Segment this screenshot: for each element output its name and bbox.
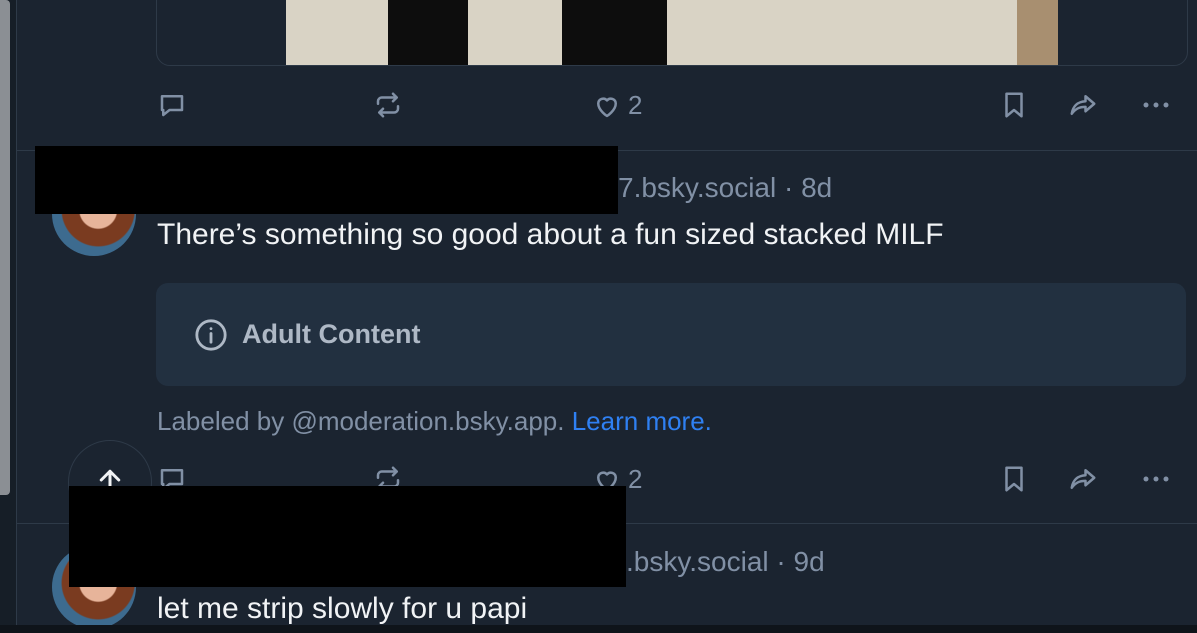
image-detail	[1017, 0, 1058, 65]
share-button[interactable]	[1068, 90, 1098, 120]
label-attribution: Labeled by @moderation.bsky.app. Learn m…	[157, 406, 712, 437]
repost-button[interactable]	[373, 90, 403, 120]
bottom-edge	[0, 625, 1197, 633]
repost-icon	[376, 92, 400, 118]
bookmark-icon	[1005, 466, 1023, 492]
content-warning-box[interactable]: Adult Content	[156, 283, 1186, 386]
post-text: There’s something so good about a fun si…	[157, 218, 944, 251]
info-icon	[195, 318, 227, 351]
post-handle-time[interactable]: 7.bsky.social · 8d	[618, 172, 832, 204]
like-count: 2	[628, 90, 643, 120]
like-count: 2	[628, 464, 643, 494]
more-icon	[1143, 102, 1169, 108]
post-media-card[interactable]	[156, 0, 1188, 66]
share-button[interactable]	[1068, 464, 1098, 494]
share-icon	[1070, 95, 1096, 115]
learn-more-link[interactable]: Learn more.	[572, 406, 712, 436]
image-detail	[562, 0, 667, 65]
post-handle-time[interactable]: .bsky.social · 9d	[626, 546, 825, 578]
share-icon	[1070, 469, 1096, 489]
image-detail	[388, 0, 468, 65]
reply-button[interactable]	[157, 90, 187, 120]
bookmark-icon	[1005, 92, 1023, 118]
reply-icon	[160, 95, 184, 117]
more-options-button[interactable]	[1141, 464, 1171, 494]
redaction-box	[35, 146, 618, 214]
more-options-button[interactable]	[1141, 90, 1171, 120]
labeled-by-text: Labeled by @moderation.bsky.app.	[157, 406, 572, 436]
like-button[interactable]: 2	[592, 90, 642, 121]
redaction-box	[69, 486, 626, 587]
bookmark-button[interactable]	[999, 464, 1029, 494]
like-icon	[597, 96, 617, 117]
page-scrollbar[interactable]	[0, 0, 10, 495]
more-icon	[1143, 476, 1169, 482]
post-text: let me strip slowly for u papi	[157, 592, 528, 625]
bookmark-button[interactable]	[999, 90, 1029, 120]
content-warning-label: Adult Content	[242, 319, 421, 349]
